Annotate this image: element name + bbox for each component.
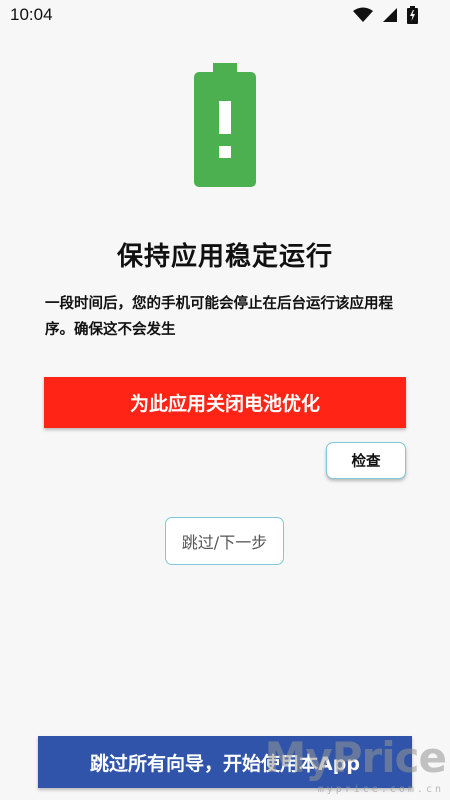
status-bar: 10:04 — [0, 0, 450, 32]
status-icons — [353, 6, 418, 28]
check-button[interactable]: 检查 — [326, 442, 406, 479]
page-title: 保持应用稳定运行 — [116, 242, 333, 272]
watermark-logo: MyPrice — [264, 733, 447, 782]
skip-next-button[interactable]: 跳过/下一步 — [165, 517, 284, 565]
wifi-icon — [353, 7, 373, 27]
battery-charging-icon — [407, 6, 418, 28]
battery-alert-icon — [194, 63, 256, 187]
watermark-url: myprice.com.cn — [317, 784, 444, 795]
description-text: 一段时间后，您的手机可能会停止在后台运行该应用程序。确保这不会发生 — [45, 296, 393, 338]
status-time: 10:04 — [10, 5, 53, 24]
signal-icon — [382, 7, 398, 27]
disable-battery-optimization-button[interactable]: 为此应用关闭电池优化 — [44, 377, 406, 428]
